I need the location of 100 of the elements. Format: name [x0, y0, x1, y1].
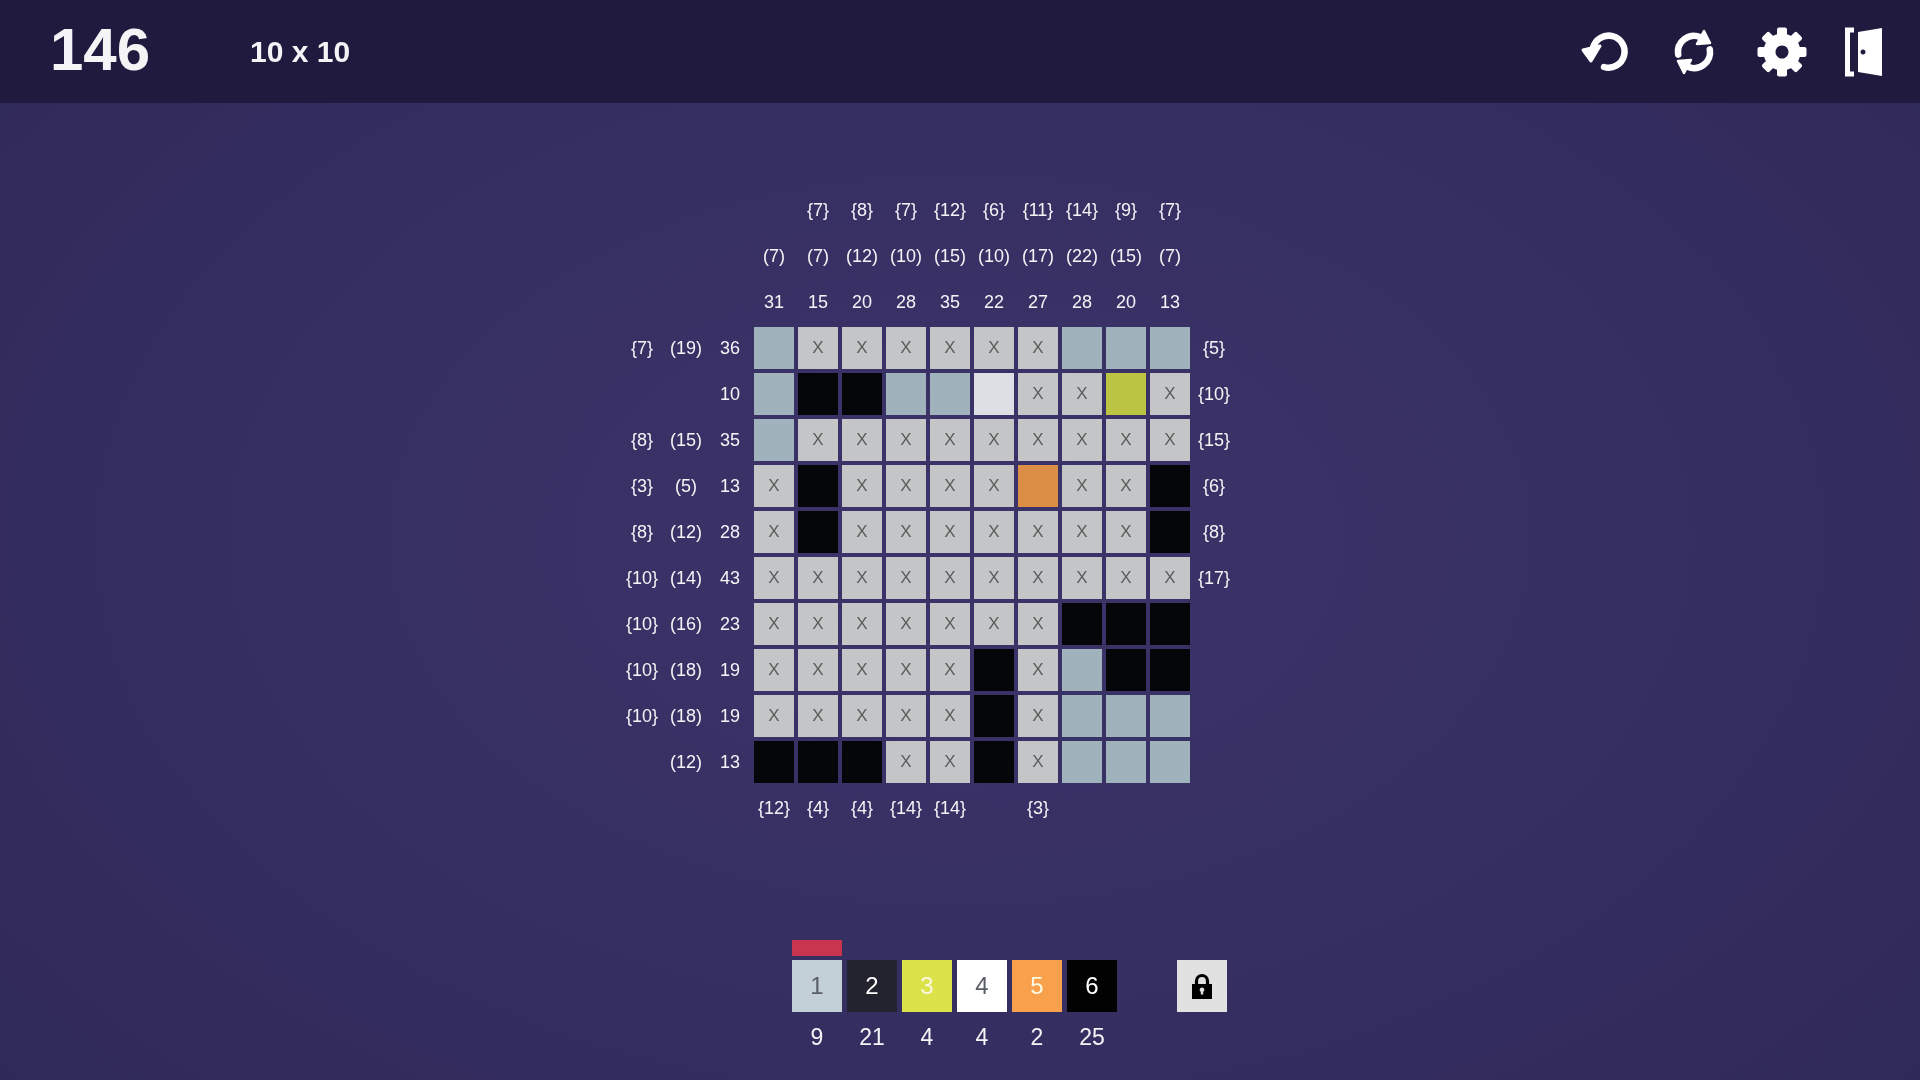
grid-cell[interactable]: X [754, 465, 794, 507]
grid-cell[interactable] [1106, 695, 1146, 737]
exit-button[interactable] [1844, 25, 1884, 78]
color-swatch[interactable]: 4 [957, 960, 1007, 1012]
grid-cell[interactable]: X [930, 465, 970, 507]
grid-cell[interactable]: X [754, 557, 794, 599]
grid-cell[interactable]: X [886, 695, 926, 737]
grid-cell[interactable] [1106, 741, 1146, 783]
grid-cell[interactable]: X [1106, 419, 1146, 461]
grid-cell[interactable]: X [1062, 419, 1102, 461]
grid-cell[interactable]: X [886, 327, 926, 369]
color-swatch[interactable]: 2 [847, 960, 897, 1012]
grid-cell[interactable] [974, 695, 1014, 737]
grid-cell[interactable]: X [1018, 603, 1058, 645]
grid-cell[interactable]: X [930, 419, 970, 461]
grid-cell[interactable] [798, 373, 838, 415]
grid-cell[interactable]: X [798, 327, 838, 369]
color-swatch[interactable]: 6 [1067, 960, 1117, 1012]
grid-cell[interactable] [1062, 695, 1102, 737]
grid-cell[interactable]: X [798, 419, 838, 461]
grid-cell[interactable]: X [930, 327, 970, 369]
grid-cell[interactable] [1150, 741, 1190, 783]
grid-cell[interactable]: X [754, 511, 794, 553]
grid-cell[interactable] [930, 373, 970, 415]
grid-cell[interactable]: X [1106, 557, 1146, 599]
grid-cell[interactable] [1062, 741, 1102, 783]
grid-cell[interactable] [1150, 327, 1190, 369]
grid-cell[interactable] [798, 511, 838, 553]
settings-button[interactable] [1756, 25, 1808, 78]
grid-cell[interactable]: X [930, 741, 970, 783]
grid-cell[interactable]: X [1062, 511, 1102, 553]
grid-cell[interactable]: X [1062, 465, 1102, 507]
grid-cell[interactable]: X [974, 511, 1014, 553]
grid-cell[interactable]: X [1150, 557, 1190, 599]
grid-cell[interactable] [798, 741, 838, 783]
grid-cell[interactable]: X [842, 511, 882, 553]
grid-cell[interactable]: X [930, 511, 970, 553]
grid-cell[interactable] [1106, 327, 1146, 369]
grid-cell[interactable]: X [974, 419, 1014, 461]
grid-cell[interactable]: X [974, 327, 1014, 369]
grid-cell[interactable]: X [974, 557, 1014, 599]
grid-cell[interactable] [754, 741, 794, 783]
grid-cell[interactable] [1150, 649, 1190, 691]
color-swatch[interactable]: 1 [792, 960, 842, 1012]
grid-cell[interactable]: X [798, 695, 838, 737]
grid-cell[interactable]: X [842, 603, 882, 645]
grid-cell[interactable] [1062, 649, 1102, 691]
grid-cell[interactable]: X [886, 603, 926, 645]
grid-cell[interactable] [1062, 327, 1102, 369]
grid-cell[interactable]: X [886, 741, 926, 783]
grid-cell[interactable] [1150, 603, 1190, 645]
grid-cell[interactable]: X [1018, 557, 1058, 599]
grid-cell[interactable] [842, 741, 882, 783]
grid-cell[interactable]: X [930, 649, 970, 691]
grid-cell[interactable] [1150, 695, 1190, 737]
grid-cell[interactable]: X [930, 695, 970, 737]
grid-cell[interactable]: X [1018, 511, 1058, 553]
grid-cell[interactable]: X [1062, 557, 1102, 599]
grid-cell[interactable] [754, 373, 794, 415]
grid-cell[interactable]: X [842, 695, 882, 737]
grid-cell[interactable]: X [886, 511, 926, 553]
grid-cell[interactable]: X [974, 465, 1014, 507]
grid-cell[interactable]: X [1106, 511, 1146, 553]
grid-cell[interactable] [886, 373, 926, 415]
grid-cell[interactable] [1106, 603, 1146, 645]
grid-cell[interactable] [974, 741, 1014, 783]
grid-cell[interactable] [1150, 465, 1190, 507]
grid-cell[interactable] [1106, 649, 1146, 691]
grid-cell[interactable]: X [842, 327, 882, 369]
grid-cell[interactable]: X [842, 557, 882, 599]
grid-cell[interactable]: X [754, 649, 794, 691]
grid-cell[interactable]: X [1018, 419, 1058, 461]
grid-cell[interactable]: X [930, 603, 970, 645]
grid-cell[interactable] [754, 419, 794, 461]
grid-cell[interactable]: X [1150, 373, 1190, 415]
grid-cell[interactable]: X [1062, 373, 1102, 415]
grid-cell[interactable] [798, 465, 838, 507]
grid-cell[interactable]: X [1018, 649, 1058, 691]
grid-cell[interactable]: X [886, 557, 926, 599]
grid-cell[interactable]: X [1018, 695, 1058, 737]
grid-cell[interactable] [842, 373, 882, 415]
grid-cell[interactable] [1106, 373, 1146, 415]
grid-cell[interactable]: X [886, 419, 926, 461]
grid-cell[interactable]: X [1018, 373, 1058, 415]
grid-cell[interactable]: X [1018, 327, 1058, 369]
lock-button[interactable] [1177, 960, 1227, 1012]
grid-cell[interactable]: X [842, 419, 882, 461]
grid-cell[interactable]: X [754, 603, 794, 645]
grid-cell[interactable]: X [842, 465, 882, 507]
grid-cell[interactable]: X [1150, 419, 1190, 461]
grid-cell[interactable]: X [754, 695, 794, 737]
grid-cell[interactable]: X [798, 603, 838, 645]
grid-cell[interactable]: X [1018, 741, 1058, 783]
grid-cell[interactable]: X [886, 465, 926, 507]
grid-cell[interactable] [1150, 511, 1190, 553]
grid-cell[interactable] [974, 649, 1014, 691]
grid-cell[interactable]: X [1106, 465, 1146, 507]
grid-cell[interactable] [1062, 603, 1102, 645]
grid-cell[interactable]: X [798, 649, 838, 691]
grid-cell[interactable]: X [886, 649, 926, 691]
